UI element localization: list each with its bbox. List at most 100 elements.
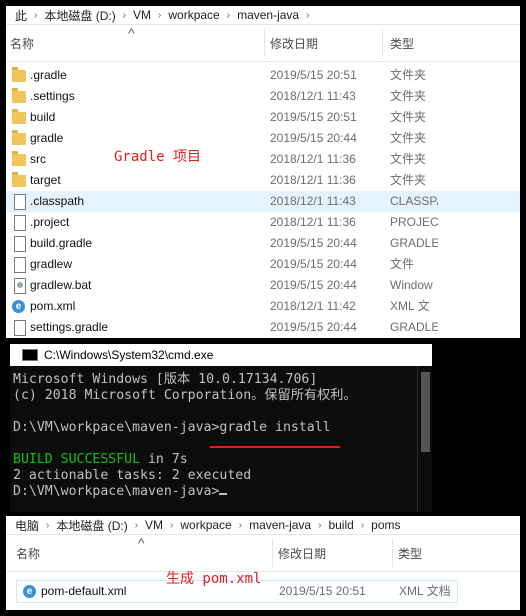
file-name: gradle bbox=[30, 131, 64, 145]
chevron-right-icon: › bbox=[318, 519, 322, 531]
breadcrumb-item[interactable]: poms bbox=[366, 518, 405, 532]
console-line: 2 actionable tasks: 2 executed bbox=[13, 468, 252, 483]
column-header: ^ 名称 修改日期 类型 bbox=[6, 25, 520, 62]
file-date: 2019/5/15 20:51 bbox=[279, 584, 366, 598]
breadcrumb-item[interactable]: workpace bbox=[175, 518, 236, 532]
console-line: D:\VM\workpace\maven-java>gradle install bbox=[13, 420, 331, 435]
file-type: 文件夹 bbox=[390, 68, 427, 82]
breadcrumb-item[interactable]: maven-java bbox=[244, 518, 316, 532]
file-type: 文件夹 bbox=[390, 131, 427, 145]
annotation-label: Gradle 项目 bbox=[114, 149, 202, 165]
file-type: GRADLE bbox=[390, 236, 438, 250]
chevron-right-icon: › bbox=[360, 519, 365, 531]
file-name: pom.xml bbox=[30, 299, 76, 313]
cmd-titlebar[interactable]: C:\Windows\System32\cmd.exe bbox=[10, 344, 432, 366]
file-date: 2019/5/15 20:44 bbox=[270, 278, 357, 292]
file-name: .gradle bbox=[30, 68, 67, 82]
chevron-right-icon: › bbox=[46, 519, 50, 531]
breadcrumb: 此 › 本地磁盘 (D:) › VM › workpace › maven-java › bbox=[6, 6, 520, 25]
cmd-title: C:\Windows\System32\cmd.exe bbox=[44, 348, 214, 362]
breadcrumb-item[interactable]: 本地磁盘 (D:) bbox=[39, 7, 120, 24]
file-type: 文件夹 bbox=[390, 152, 427, 166]
file-icon bbox=[14, 257, 26, 273]
column-divider[interactable] bbox=[272, 539, 273, 567]
gradlew-icon bbox=[14, 278, 26, 294]
file-type: 文件夹 bbox=[390, 173, 427, 187]
file-date: 2018/12/1 11:42 bbox=[270, 299, 356, 313]
chevron-right-icon: › bbox=[34, 9, 38, 21]
console-line: (c) 2018 Microsoft Corporation。保留所有权利。 bbox=[13, 388, 357, 403]
file-name: src bbox=[30, 152, 46, 166]
build-status: BUILD SUCCESSFUL bbox=[13, 452, 141, 467]
file-name: build bbox=[30, 110, 56, 124]
breadcrumb-item[interactable]: VM bbox=[140, 518, 168, 532]
folder-icon bbox=[12, 130, 26, 145]
file-row[interactable]: src 2018/12/1 11:36 文件夹 bbox=[6, 149, 520, 170]
column-type[interactable]: 类型 bbox=[394, 535, 458, 571]
file-list: .gradle 2019/5/15 20:51 文件夹 .settings 2018/1… bbox=[6, 62, 520, 338]
file-row[interactable]: .project 2018/12/1 11:36 PROJECT bbox=[6, 212, 520, 233]
file-row[interactable]: e pom.xml 2018/12/1 11:42 XML 文 bbox=[6, 296, 520, 317]
file-icon bbox=[14, 236, 26, 252]
file-name: gradlew bbox=[30, 257, 73, 271]
column-name[interactable]: 名称 bbox=[6, 25, 260, 61]
file-type: PROJECT bbox=[390, 215, 438, 229]
file-row[interactable]: settings.gradle 2019/5/15 20:44 GRADLE bbox=[6, 317, 520, 338]
file-date: 2019/5/15 20:44 bbox=[270, 257, 357, 271]
file-row[interactable]: gradlew.bat 2019/5/15 20:44 Window bbox=[6, 275, 520, 296]
file-row[interactable]: .settings 2018/12/1 11:43 文件夹 bbox=[6, 86, 520, 107]
annotation-label: 生成 pom.xml bbox=[166, 571, 262, 587]
column-type[interactable]: 类型 bbox=[386, 25, 450, 61]
file-row[interactable]: target 2018/12/1 11:36 文件夹 bbox=[6, 170, 520, 191]
breadcrumb-item[interactable]: build bbox=[323, 518, 358, 532]
file-row[interactable]: build.gradle 2019/5/15 20:44 GRADLE bbox=[6, 233, 520, 254]
file-row[interactable]: .classpath 2018/12/1 11:43 CLASSPA bbox=[6, 191, 520, 212]
chevron-right-icon: › bbox=[226, 9, 231, 21]
breadcrumb-item[interactable]: 本地磁盘 (D:) bbox=[51, 517, 132, 534]
build-time: in 7s bbox=[140, 452, 188, 467]
chevron-right-icon: › bbox=[238, 519, 243, 531]
file-icon bbox=[14, 215, 26, 231]
file-icon bbox=[14, 320, 26, 336]
file-type: CLASSPA bbox=[390, 194, 438, 208]
chevron-right-icon: › bbox=[158, 9, 162, 21]
breadcrumb-item[interactable]: workpace bbox=[163, 8, 224, 22]
column-date[interactable]: 修改日期 bbox=[266, 25, 380, 61]
cmd-window: C:\Windows\System32\cmd.exe Microsoft Wi… bbox=[10, 344, 432, 512]
console-output[interactable]: Microsoft Windows [版本 10.0.17134.706] (c… bbox=[10, 366, 432, 500]
breadcrumb-item[interactable]: maven-java bbox=[232, 8, 304, 22]
column-divider[interactable] bbox=[392, 539, 393, 567]
file-date: 2018/12/1 11:43 bbox=[270, 194, 356, 208]
file-row[interactable]: .gradle 2019/5/15 20:51 文件夹 bbox=[6, 65, 520, 86]
console-prompt: D:\VM\workpace\maven-java> bbox=[13, 484, 220, 499]
breadcrumb-item[interactable]: 此 bbox=[10, 7, 32, 24]
file-row[interactable]: gradle 2019/5/15 20:44 文件夹 bbox=[6, 128, 520, 149]
file-type: XML 文 bbox=[390, 299, 430, 313]
file-date: 2019/5/15 20:44 bbox=[270, 131, 357, 145]
column-divider[interactable] bbox=[382, 29, 383, 57]
column-divider[interactable] bbox=[264, 29, 265, 57]
file-name: .classpath bbox=[30, 194, 85, 208]
file-name: target bbox=[30, 173, 61, 187]
file-list: e pom-default.xml 2019/5/15 20:51 XML 文档 bbox=[6, 572, 520, 603]
breadcrumb-item[interactable]: 电脑 bbox=[10, 517, 44, 534]
folder-icon bbox=[12, 109, 26, 124]
file-row[interactable]: gradlew 2019/5/15 20:44 文件 bbox=[6, 254, 520, 275]
file-row[interactable]: build 2019/5/15 20:51 文件夹 bbox=[6, 107, 520, 128]
file-date: 2019/5/15 20:44 bbox=[270, 236, 357, 250]
file-icon bbox=[14, 194, 26, 210]
console-line: Microsoft Windows [版本 10.0.17134.706] bbox=[13, 372, 318, 387]
scrollbar-thumb[interactable] bbox=[421, 372, 430, 452]
file-name: .settings bbox=[30, 89, 75, 103]
breadcrumb-item[interactable]: VM bbox=[128, 8, 156, 22]
xml-icon: e bbox=[12, 300, 25, 313]
column-date[interactable]: 修改日期 bbox=[274, 535, 388, 571]
explorer-window-main: 此 › 本地磁盘 (D:) › VM › workpace › maven-java › … bbox=[6, 6, 520, 338]
file-date: 2019/5/15 20:44 bbox=[270, 320, 357, 334]
folder-icon bbox=[12, 88, 26, 103]
file-date: 2018/12/1 11:43 bbox=[270, 89, 356, 103]
file-date: 2019/5/15 20:51 bbox=[270, 68, 357, 82]
cmd-icon bbox=[22, 349, 38, 361]
column-name[interactable]: 名称 bbox=[12, 535, 266, 571]
column-header: ^ 名称 修改日期 类型 bbox=[6, 535, 520, 572]
